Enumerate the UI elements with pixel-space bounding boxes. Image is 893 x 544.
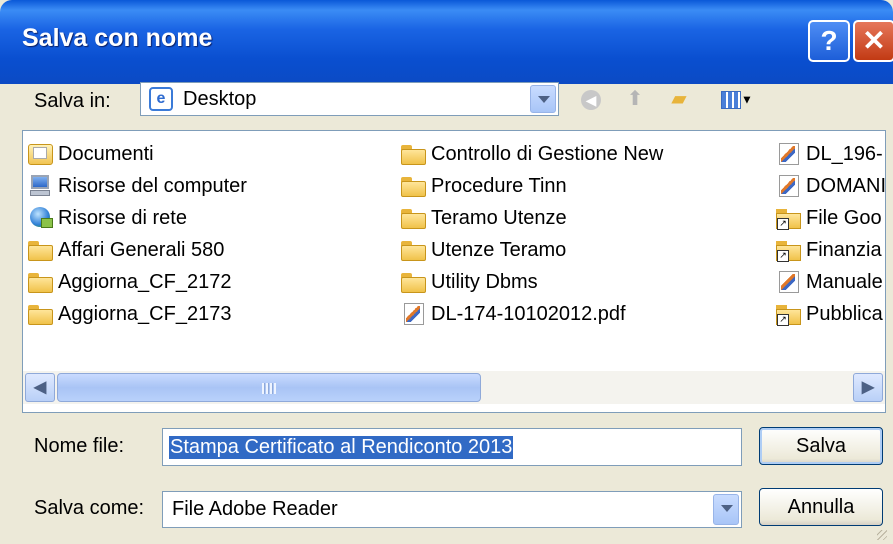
scrollbar-thumb[interactable] [57,373,481,402]
list-item[interactable]: ↗ File Goo [775,203,882,233]
scroll-left-icon[interactable]: ◀ [25,373,55,402]
resize-grip-icon[interactable] [877,530,887,540]
network-places-icon [27,206,55,230]
folder-icon [27,238,55,262]
file-name-label: Nome file: [34,435,125,457]
file-type-select[interactable]: File Adobe Reader [162,491,742,528]
list-item[interactable]: Aggiorna_CF_2173 [27,299,231,329]
save-as-dialog: Salva con nome ? ✕ Salva in: e Desktop ◀… [0,0,893,544]
horizontal-scrollbar[interactable]: ◀ ▶ [23,371,885,404]
list-item[interactable]: DL-174-10102012.pdf [400,299,626,329]
views-menu-icon[interactable]: ▼ [716,86,758,112]
list-item[interactable]: ↗ Finanzia [775,235,882,265]
list-item[interactable]: Aggiorna_CF_2172 [27,267,231,297]
pdf-icon [400,302,428,326]
folder-shortcut-icon: ↗ [775,302,803,326]
folder-icon [400,174,428,198]
list-item[interactable]: Affari Generali 580 [27,235,224,265]
save-in-label: Salva in: [34,90,111,112]
my-documents-icon [27,142,55,166]
list-item[interactable]: Utility Dbms [400,267,538,297]
list-item[interactable]: Manuale [775,267,883,297]
save-in-combo[interactable]: e Desktop [140,82,559,116]
folder-shortcut-icon: ↗ [775,238,803,262]
list-item[interactable]: Procedure Tinn [400,171,567,201]
title-bar[interactable]: Salva con nome ? ✕ [0,0,893,84]
file-name-value: Stampa Certificato al Rendiconto 2013 [169,436,514,459]
file-type-label: Salva come: [34,497,145,519]
folder-icon [400,206,428,230]
list-item[interactable]: Risorse del computer [27,171,247,201]
back-icon[interactable]: ◀ [578,86,604,112]
save-in-value: Desktop [183,88,257,110]
save-button[interactable]: Salva [759,427,883,465]
pdf-icon [775,174,803,198]
folder-icon [27,302,55,326]
file-name-input[interactable]: Stampa Certificato al Rendiconto 2013 [162,428,742,466]
list-item[interactable]: Teramo Utenze [400,203,567,233]
list-item[interactable]: DL_196- [775,139,883,169]
list-item[interactable]: Utenze Teramo [400,235,566,265]
list-item[interactable]: Risorse di rete [27,203,187,233]
folder-icon [400,142,428,166]
window-title: Salva con nome [22,24,213,52]
pdf-icon [775,142,803,166]
my-computer-icon [27,174,55,198]
scroll-right-icon[interactable]: ▶ [853,373,883,402]
folder-icon [400,238,428,262]
file-type-value: File Adobe Reader [172,498,338,520]
list-item[interactable]: Documenti [27,139,154,169]
folder-shortcut-icon: ↗ [775,206,803,230]
chevron-down-icon[interactable] [713,494,739,525]
new-folder-icon[interactable]: ▰ [666,86,692,112]
folder-icon [27,270,55,294]
cancel-button[interactable]: Annulla [759,488,883,526]
up-folder-icon[interactable]: ⬆ [622,86,648,112]
list-item[interactable]: DOMANI [775,171,885,201]
folder-icon [400,270,428,294]
pdf-icon [775,270,803,294]
help-button[interactable]: ? [808,20,850,62]
desktop-icon: e [149,87,173,111]
list-item[interactable]: Controllo di Gestione New [400,139,663,169]
close-button[interactable]: ✕ [853,20,893,62]
chevron-down-icon[interactable] [530,85,556,113]
list-item[interactable]: ↗ Pubblica [775,299,883,329]
